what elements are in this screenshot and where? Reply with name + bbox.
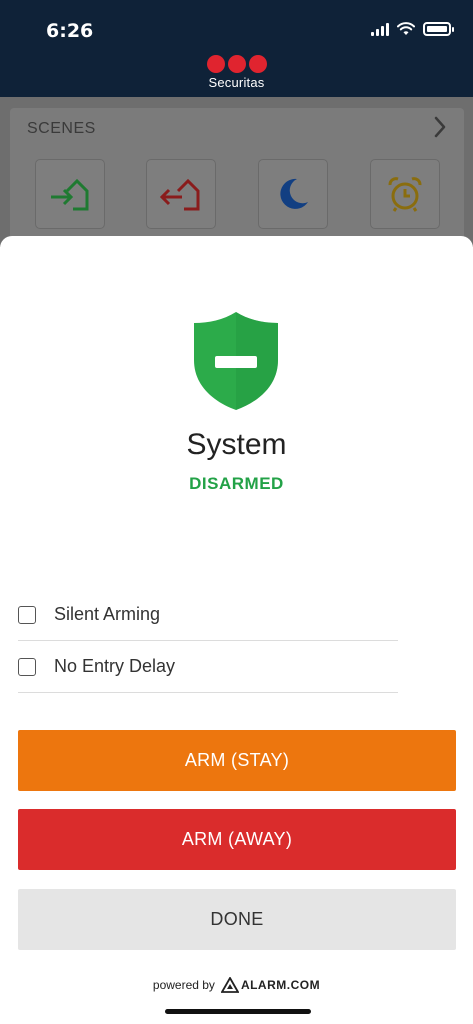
alarm-com-text: ALARM.COM xyxy=(240,978,321,992)
powered-by-label: powered by xyxy=(152,978,215,992)
scenes-title: SCENES xyxy=(27,120,96,137)
system-status: DISARMED xyxy=(189,474,284,493)
scene-leave-home-button[interactable] xyxy=(146,159,216,229)
done-button[interactable]: DONE xyxy=(18,889,456,950)
scene-night-button[interactable] xyxy=(258,159,328,229)
brand-name: Securitas xyxy=(208,75,265,90)
system-title: System xyxy=(186,428,287,461)
status-time: 6:26 xyxy=(46,20,94,42)
chevron-right-icon[interactable] xyxy=(433,116,447,145)
home-indicator[interactable] xyxy=(165,1009,311,1014)
scene-wake-up-button[interactable] xyxy=(370,159,440,229)
securitas-dots-icon xyxy=(0,55,473,73)
powered-by-footer: powered by ALARM.COM xyxy=(0,977,473,993)
silent-arming-option[interactable]: Silent Arming xyxy=(18,589,398,641)
no-entry-delay-label: No Entry Delay xyxy=(54,656,176,676)
alarm-clock-icon xyxy=(388,177,422,212)
no-entry-delay-option[interactable]: No Entry Delay xyxy=(18,641,398,693)
no-entry-delay-checkbox[interactable] xyxy=(18,657,36,676)
battery-icon xyxy=(423,22,454,36)
scene-arrive-home-button[interactable] xyxy=(35,159,105,229)
alarm-com-mark-icon xyxy=(220,977,239,993)
moon-icon xyxy=(280,178,308,209)
status-icons xyxy=(371,22,454,36)
silent-arming-label: Silent Arming xyxy=(54,604,161,624)
wifi-icon xyxy=(397,22,415,35)
brand-logo: Securitas xyxy=(0,55,473,90)
arrive-home-icon xyxy=(51,178,89,211)
shield-disarmed-icon xyxy=(194,312,278,410)
app-header: 6:26 Securitas xyxy=(0,0,473,97)
leave-home-icon xyxy=(160,178,200,211)
alarm-com-logo: ALARM.COM xyxy=(220,977,321,993)
arm-stay-button[interactable]: ARM (STAY) xyxy=(18,730,456,791)
silent-arming-checkbox[interactable] xyxy=(18,605,36,624)
cellular-signal-icon xyxy=(371,22,389,36)
arm-away-button[interactable]: ARM (AWAY) xyxy=(18,809,456,870)
